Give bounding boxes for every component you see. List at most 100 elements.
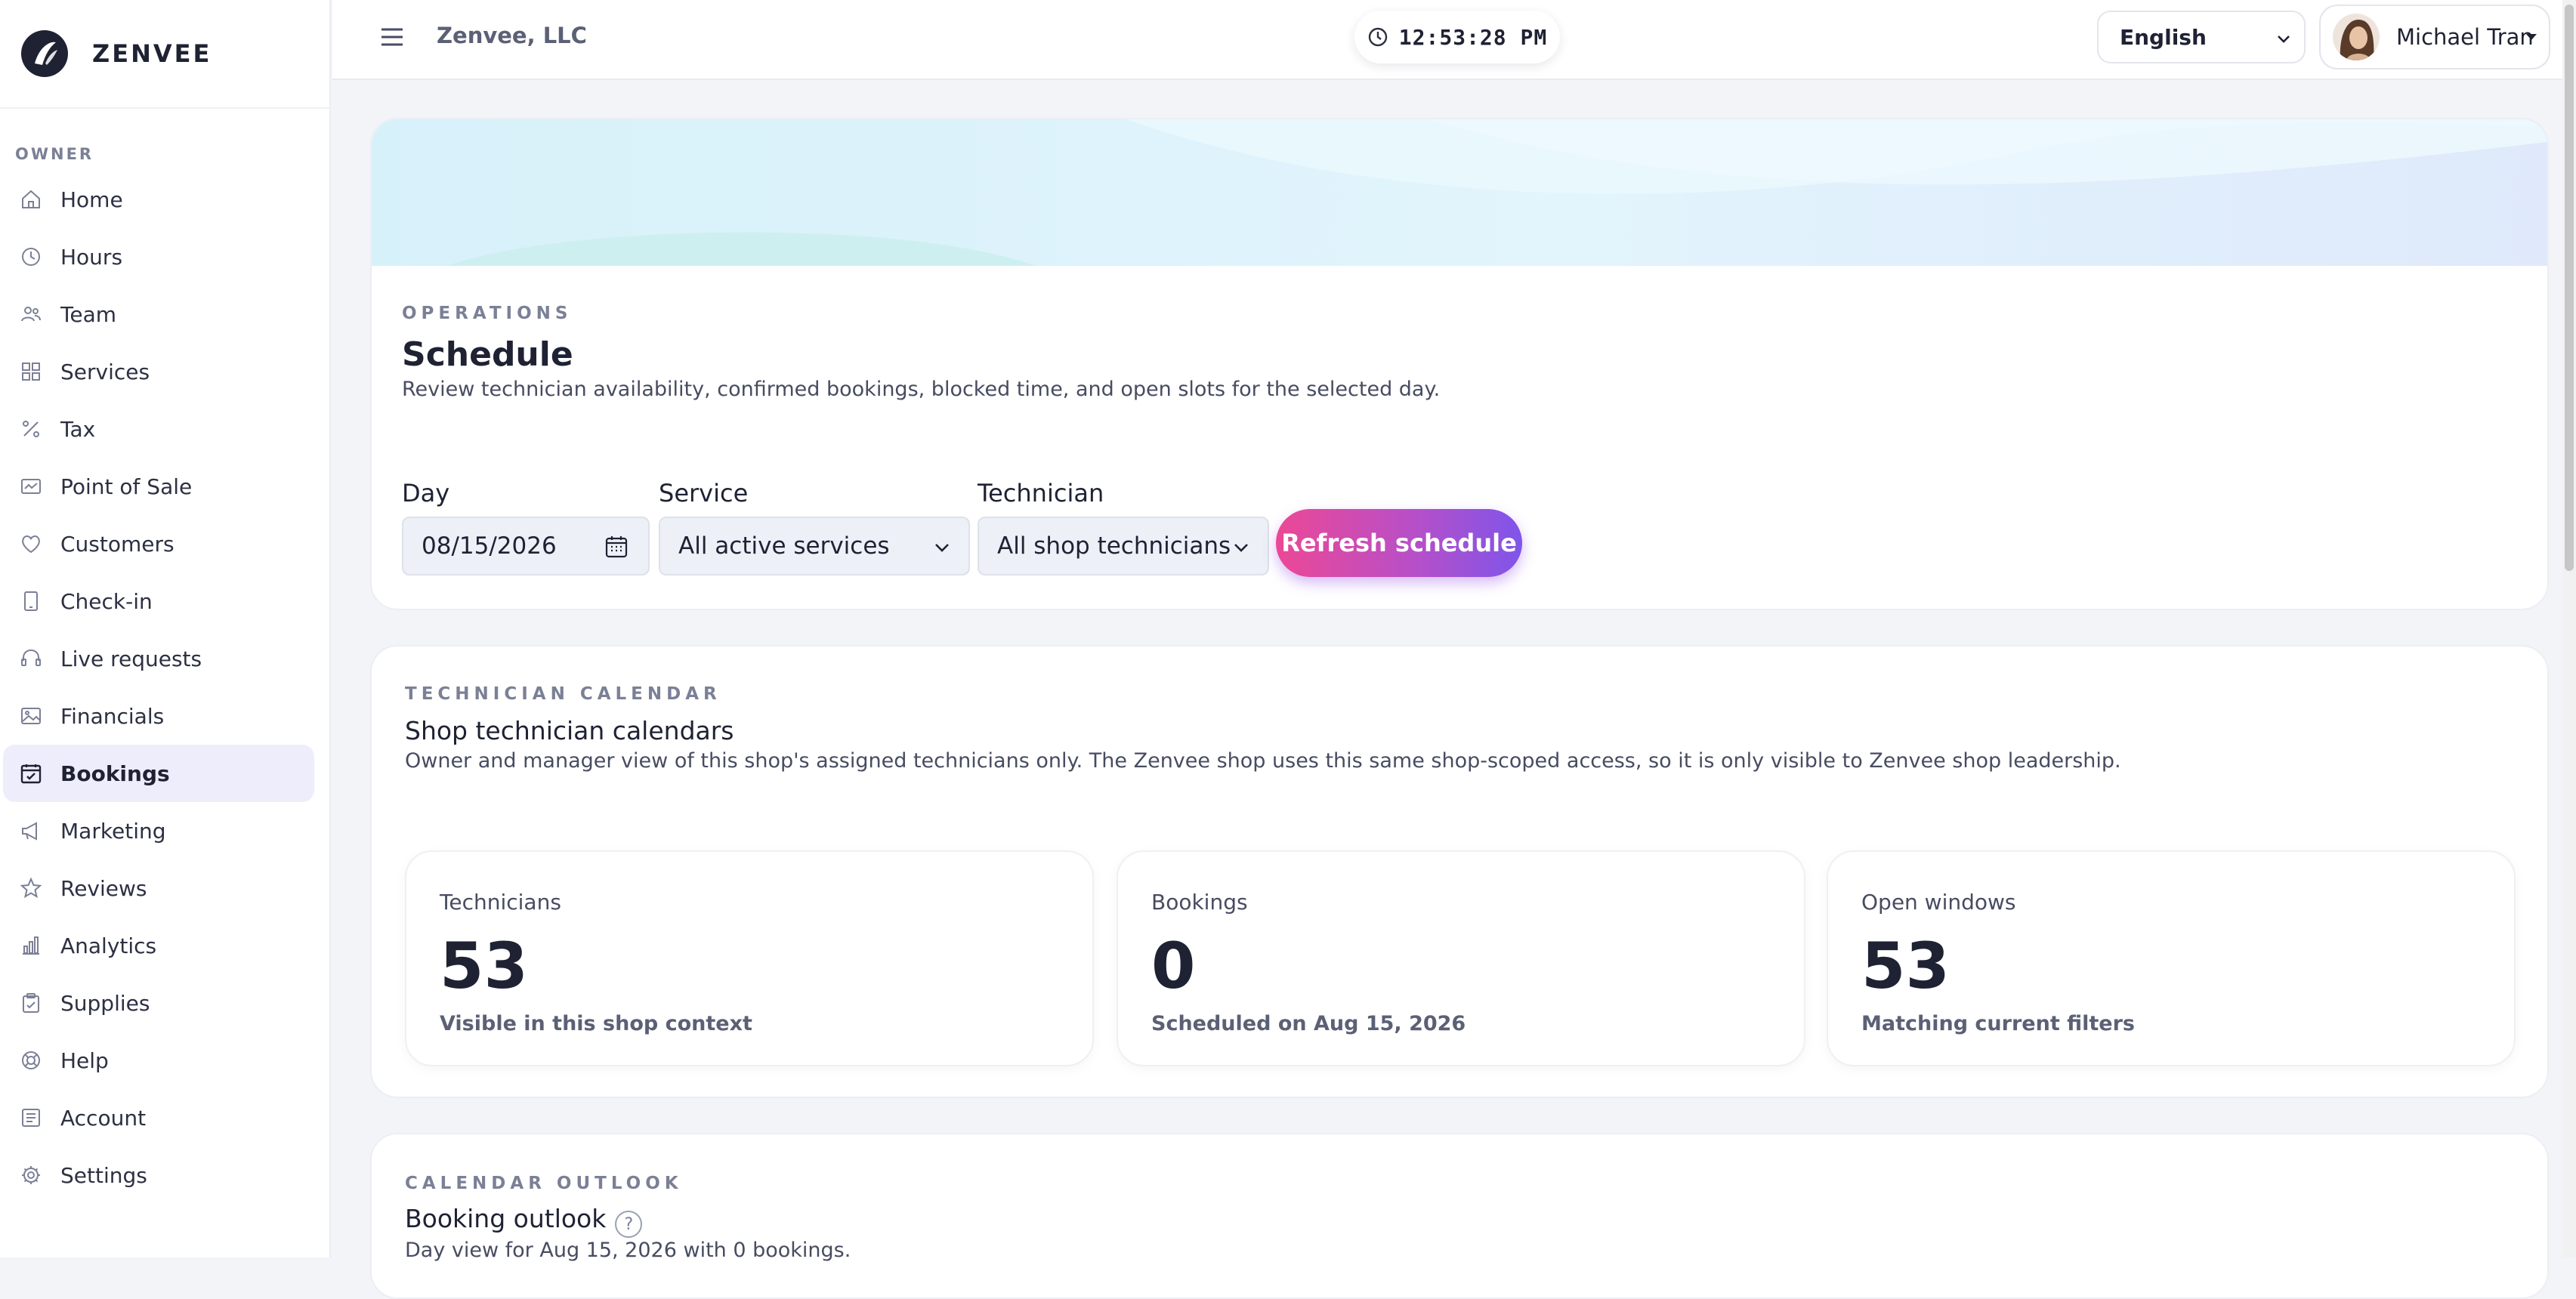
- brand-name: ZENVEE: [92, 39, 212, 68]
- chevron-down-icon: [2278, 35, 2290, 43]
- stat-label: Open windows: [1861, 890, 2016, 915]
- sidebar-item-label: Tax: [60, 416, 96, 442]
- chevron-down-icon: [935, 544, 949, 552]
- pos-icon: [21, 479, 41, 494]
- day-date-input[interactable]: 08/15/2026: [402, 517, 650, 575]
- clock: 12:53:28 PM: [1354, 11, 1560, 63]
- sidebar-item-reviews[interactable]: Reviews: [3, 859, 314, 917]
- language-select[interactable]: English: [2097, 11, 2306, 63]
- outlook-title-row: Booking outlook?: [405, 1204, 643, 1238]
- sidebar-item-services[interactable]: Services: [3, 343, 314, 400]
- service-select[interactable]: All active services: [659, 517, 970, 575]
- stat-value: 53: [1861, 929, 1950, 1003]
- user-menu[interactable]: Michael Tran: [2319, 5, 2550, 69]
- sidebar-item-marketing[interactable]: Marketing: [3, 802, 314, 859]
- calendar-eyebrow: TECHNICIAN CALENDAR: [405, 684, 721, 704]
- outlook-description: Day view for Aug 15, 2026 with 0 booking…: [405, 1239, 851, 1262]
- sidebar-item-label: Services: [60, 359, 150, 384]
- calendar-title: Shop technician calendars: [405, 716, 734, 745]
- sidebar-item-help[interactable]: Help: [3, 1032, 314, 1089]
- refresh-schedule-button[interactable]: Refresh schedule: [1276, 509, 1522, 577]
- sidebar-item-label: Help: [60, 1048, 109, 1073]
- stat-label: Bookings: [1151, 890, 1248, 915]
- company-name: Zenvee, LLC: [437, 23, 587, 48]
- stat-card-technicians: Technicians 53 Visible in this shop cont…: [405, 850, 1094, 1066]
- sidebar-item-customers[interactable]: Customers: [3, 515, 314, 572]
- sidebar-item-label: Team: [60, 301, 117, 327]
- service-value: All active services: [678, 532, 890, 560]
- gear-icon: [22, 1166, 40, 1184]
- heart-icon: [22, 535, 40, 554]
- menu-icon[interactable]: [379, 24, 405, 50]
- sidebar-item-point-of-sale[interactable]: Point of Sale: [3, 458, 314, 515]
- stat-value: 53: [440, 929, 528, 1003]
- outlook-eyebrow: CALENDAR OUTLOOK: [405, 1174, 683, 1193]
- day-label: Day: [402, 479, 450, 508]
- sidebar-item-label: Account: [60, 1105, 147, 1131]
- avatar: [2333, 14, 2380, 60]
- technician-calendar-card: TECHNICIAN CALENDAR Shop technician cale…: [370, 645, 2549, 1098]
- sidebar-item-label: Customers: [60, 531, 175, 557]
- sidebar-item-account[interactable]: Account: [3, 1089, 314, 1146]
- sidebar-item-analytics[interactable]: Analytics: [3, 917, 314, 974]
- page-title: Schedule: [402, 335, 573, 374]
- sidebar-item-team[interactable]: Team: [3, 285, 314, 343]
- sidebar-item-supplies[interactable]: Supplies: [3, 974, 314, 1032]
- sidebar-item-label: Reviews: [60, 875, 147, 901]
- clock-icon: [1368, 27, 1387, 47]
- tablet-icon: [24, 591, 38, 611]
- page-scrollbar[interactable]: [2562, 0, 2576, 1257]
- sidebar-item-label: Marketing: [60, 818, 166, 844]
- sidebar-item-label: Bookings: [60, 761, 170, 786]
- schedule-eyebrow: OPERATIONS: [402, 304, 573, 323]
- percent-icon: [23, 421, 39, 437]
- calendar-outlook-card: CALENDAR OUTLOOK Booking outlook? Day vi…: [370, 1133, 2549, 1299]
- sidebar-item-check-in[interactable]: Check-in: [3, 572, 314, 630]
- calendar-icon[interactable]: [604, 535, 629, 559]
- sidebar-item-label: Hours: [60, 244, 123, 270]
- clock-time: 12:53:28 PM: [1398, 24, 1548, 50]
- hero-wave-banner: [372, 119, 2547, 266]
- calendar-check-icon: [20, 764, 42, 784]
- stat-subtext: Visible in this shop context: [440, 1012, 752, 1035]
- technician-label: Technician: [978, 479, 1104, 508]
- sidebar-item-financials[interactable]: Financials: [3, 687, 314, 745]
- sidebar-item-bookings[interactable]: Bookings: [3, 745, 314, 802]
- sidebar-item-label: Live requests: [60, 646, 202, 671]
- sidebar-item-label: Check-in: [60, 588, 153, 614]
- sidebar-section-label: OWNER: [15, 145, 94, 163]
- stat-value: 0: [1151, 929, 1196, 1003]
- service-label: Service: [659, 479, 749, 508]
- sidebar-item-label: Financials: [60, 703, 165, 729]
- help-icon[interactable]: ?: [615, 1210, 643, 1238]
- sidebar-item-hours[interactable]: Hours: [3, 228, 314, 285]
- clipboard-icon: [23, 993, 39, 1013]
- zenvee-logo-icon: [21, 30, 68, 77]
- sidebar-item-settings[interactable]: Settings: [3, 1146, 314, 1204]
- sidebar-item-label: Home: [60, 187, 123, 212]
- sidebar-item-label: Settings: [60, 1162, 147, 1188]
- sidebar-item-label: Supplies: [60, 990, 150, 1016]
- language-value: English: [2120, 24, 2207, 50]
- lifebuoy-icon: [22, 1051, 40, 1069]
- headset-icon: [21, 649, 41, 666]
- chevron-down-icon: [1234, 544, 1248, 552]
- caret-down-icon: [2526, 34, 2537, 40]
- stat-card-open-windows: Open windows 53 Matching current filters: [1827, 850, 2516, 1066]
- scrollbar-thumb[interactable]: [2565, 5, 2574, 571]
- sidebar-item-tax[interactable]: Tax: [3, 400, 314, 458]
- stat-label: Technicians: [440, 890, 561, 915]
- technician-value: All shop technicians: [997, 532, 1231, 560]
- day-value: 08/15/2026: [422, 532, 557, 560]
- sidebar-item-home[interactable]: Home: [3, 171, 314, 228]
- sidebar-item-live-requests[interactable]: Live requests: [3, 630, 314, 687]
- schedule-description: Review technician availability, confirme…: [402, 378, 1441, 401]
- user-name: Michael Tran: [2396, 24, 2534, 50]
- brand[interactable]: ZENVEE: [0, 0, 329, 109]
- topbar: Zenvee, LLC 12:53:28 PM English Michael …: [332, 0, 2576, 80]
- schedule-card: OPERATIONS Schedule Review technician av…: [370, 118, 2549, 610]
- stat-subtext: Matching current filters: [1861, 1012, 2135, 1035]
- sidebar-item-label: Point of Sale: [60, 474, 193, 499]
- megaphone-icon: [22, 822, 37, 841]
- technician-select[interactable]: All shop technicians: [978, 517, 1269, 575]
